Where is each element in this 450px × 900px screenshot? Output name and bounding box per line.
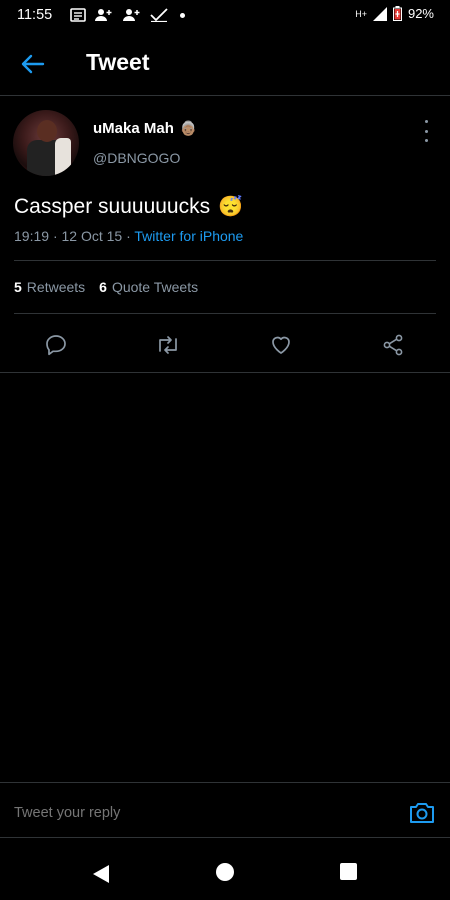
quotes-count: 6 [99, 279, 107, 295]
add-person-icon-2 [123, 9, 140, 21]
like-button[interactable] [268, 332, 294, 358]
nav-home-icon[interactable] [216, 863, 234, 881]
page-title: Tweet [86, 49, 150, 75]
tweet-time: 19:19 [14, 228, 50, 244]
meta-separator: · [52, 228, 58, 244]
tweet-stats: 5 Retweets 6 Quote Tweets [14, 279, 198, 295]
retweet-icon [159, 336, 177, 354]
tweet-text-content: Cassper suuuuuucks [14, 194, 211, 218]
news-icon [70, 8, 87, 22]
retweets-stat[interactable]: 5 Retweets [14, 279, 85, 295]
author-name: uMaka Mah [93, 120, 174, 137]
nav-recent-apps-icon[interactable] [340, 863, 357, 880]
meta-separator: · [126, 228, 131, 244]
retweets-count: 5 [14, 279, 22, 295]
dot-icon [180, 12, 186, 18]
status-time: 11:55 [17, 7, 53, 23]
avatar-head [37, 120, 57, 142]
notification-icons [70, 8, 186, 22]
author-emoji: 👵🏽 [179, 120, 198, 136]
quotes-stat[interactable]: 6 Quote Tweets [99, 279, 198, 295]
retweets-label: Retweets [26, 279, 86, 295]
share-icon [383, 334, 403, 356]
top-header: Tweet [0, 30, 450, 96]
status-right: H+ 92% [355, 6, 434, 21]
tweet-source-link[interactable]: Twitter for iPhone [134, 228, 243, 244]
nav-back-icon[interactable] [92, 864, 110, 884]
camera-button[interactable] [408, 801, 436, 825]
check-icon [150, 8, 168, 22]
tweet-meta: 19:19 · 12 Oct 15 · Twitter for iPhone [14, 228, 243, 244]
reply-icon [46, 335, 66, 356]
battery-icon [392, 6, 402, 21]
system-nav-bar [0, 845, 450, 900]
more-dot [424, 129, 428, 133]
tweet-emoji: 😴 [218, 196, 244, 218]
signal-icon [372, 6, 387, 21]
tweet-actions [0, 320, 450, 373]
back-arrow-icon [21, 54, 45, 74]
divider [14, 313, 436, 314]
share-button[interactable] [380, 332, 406, 358]
tweet-text: Cassper suuuuuucks 😴 [14, 194, 243, 219]
avatar-coat [55, 138, 71, 176]
status-bar: 11:55 H+ 92% [0, 0, 450, 30]
reply-button[interactable] [43, 332, 69, 358]
network-type: H+ [355, 8, 367, 19]
camera-icon [410, 803, 434, 823]
more-vertical-icon [424, 120, 428, 123]
battery-percent: 92% [407, 6, 434, 21]
add-person-icon [95, 9, 112, 21]
more-dot [424, 139, 428, 142]
back-button[interactable] [19, 50, 47, 78]
like-icon [272, 336, 290, 354]
retweet-button[interactable] [155, 332, 181, 358]
divider [14, 260, 436, 261]
reply-bar [0, 782, 450, 838]
tweet-date: 12 Oct 15 [61, 228, 123, 244]
reply-input[interactable] [14, 805, 374, 821]
more-options-button[interactable] [420, 120, 432, 142]
quotes-label: Quote Tweets [111, 279, 199, 295]
author-handle: @DBNGOGO [93, 150, 181, 166]
author-name-row[interactable]: uMaka Mah 👵🏽 [93, 120, 197, 137]
avatar[interactable] [13, 110, 79, 176]
